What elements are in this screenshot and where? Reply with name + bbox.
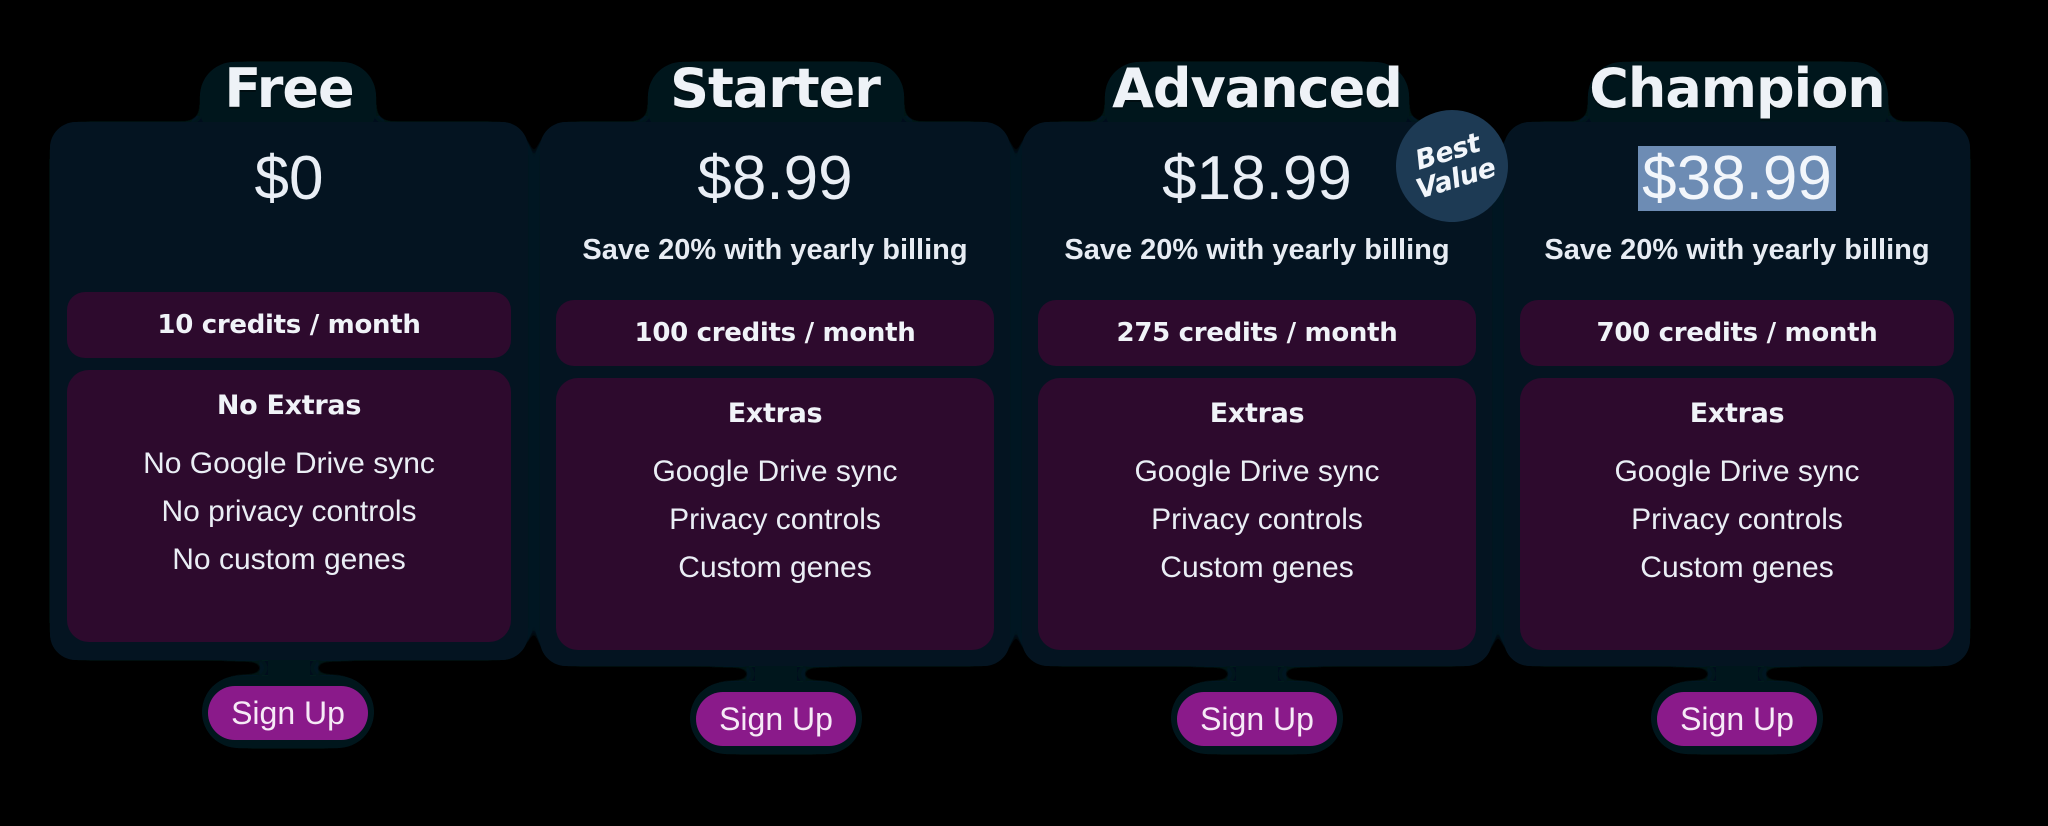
credits-pill-starter: 100 credits / month (556, 300, 994, 366)
signup-button-free[interactable]: Sign Up (208, 686, 368, 740)
plan-title-free: Free (224, 57, 354, 120)
save-note-starter: Save 20% with yearly billing (582, 234, 968, 266)
price-free: $0 (254, 144, 324, 213)
signup-button-advanced[interactable]: Sign Up (1177, 692, 1337, 746)
extras-item: No custom genes (172, 543, 406, 576)
extras-item: Google Drive sync (1614, 455, 1860, 488)
pricing-card-champion: $38.99 Save 20% with yearly billing 700 … (1504, 122, 1970, 666)
extras-item: Custom genes (1640, 551, 1834, 584)
signup-button-starter[interactable]: Sign Up (696, 692, 856, 746)
extras-item: Privacy controls (1151, 503, 1363, 536)
extras-panel-starter: Extras Google Drive sync Privacy control… (556, 378, 994, 650)
extras-title-free: No Extras (216, 390, 362, 421)
extras-title-starter: Extras (727, 398, 823, 429)
extras-item: Custom genes (678, 551, 872, 584)
extras-title-champion: Extras (1689, 398, 1785, 429)
pricing-card-starter: $8.99 Save 20% with yearly billing 100 c… (540, 122, 1010, 666)
plan-title-advanced: Advanced (1112, 57, 1403, 120)
extras-item: No Google Drive sync (143, 447, 435, 480)
plan-title-champion: Champion (1589, 57, 1886, 120)
save-note-champion: Save 20% with yearly billing (1544, 234, 1930, 266)
pricing-card-free: $0 10 credits / month No Extras No Googl… (50, 122, 528, 660)
signup-button-champion[interactable]: Sign Up (1657, 692, 1817, 746)
price-champion: $38.99 (1638, 146, 1836, 211)
pricing-page: Free $0 10 credits / month No Extras No … (0, 0, 2048, 826)
extras-item: Privacy controls (669, 503, 881, 536)
price-advanced: $18.99 (1162, 144, 1352, 213)
price-starter: $8.99 (697, 144, 853, 213)
extras-panel-advanced: Extras Google Drive sync Privacy control… (1038, 378, 1476, 650)
save-note-advanced: Save 20% with yearly billing (1064, 234, 1450, 266)
extras-item: Privacy controls (1631, 503, 1843, 536)
credits-pill-advanced: 275 credits / month (1038, 300, 1476, 366)
extras-title-advanced: Extras (1209, 398, 1305, 429)
credits-pill-champion: 700 credits / month (1520, 300, 1954, 366)
extras-item: Custom genes (1160, 551, 1354, 584)
extras-item: No privacy controls (161, 495, 417, 528)
extras-item: Google Drive sync (652, 455, 898, 488)
extras-panel-free: No Extras No Google Drive sync No privac… (67, 370, 511, 642)
plan-title-starter: Starter (670, 57, 881, 120)
extras-item: Google Drive sync (1134, 455, 1380, 488)
credits-pill-free: 10 credits / month (67, 292, 511, 358)
extras-panel-champion: Extras Google Drive sync Privacy control… (1520, 378, 1954, 650)
